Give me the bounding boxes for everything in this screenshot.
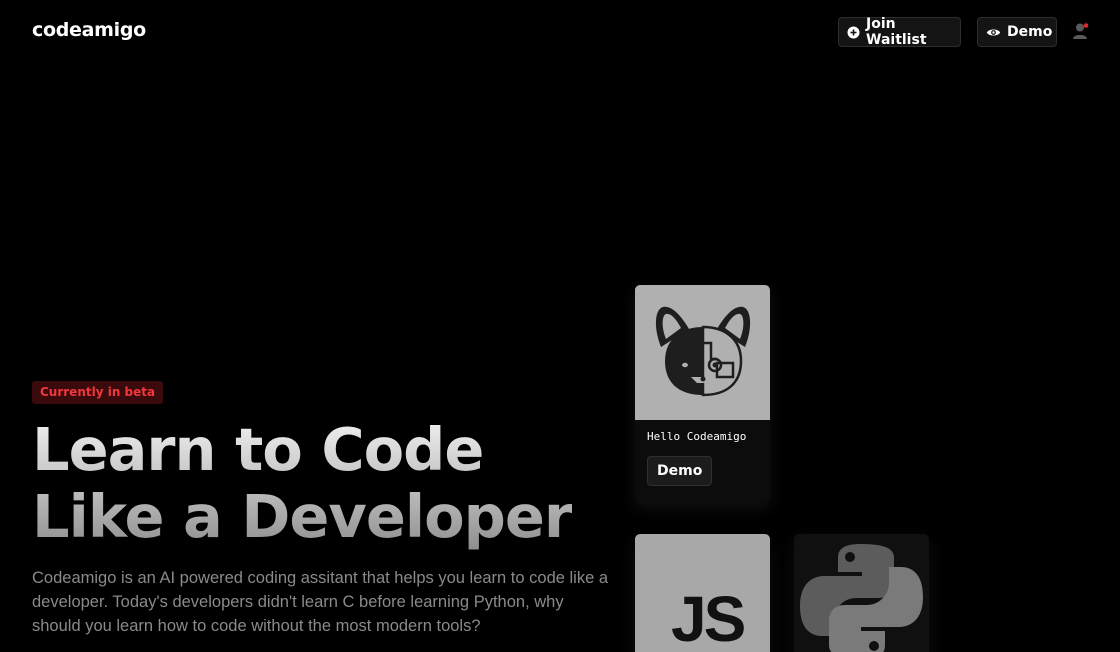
codeamigo-demo-card[interactable]: Hello Codeamigo Demo <box>635 285 770 502</box>
eye-icon <box>986 26 1001 39</box>
javascript-card[interactable]: JS <box>635 534 770 652</box>
mascot-thumbnail <box>635 285 770 420</box>
dog-robot-logo-icon <box>655 306 750 396</box>
demo-nav-button[interactable]: Demo <box>977 17 1057 47</box>
python-card[interactable] <box>794 534 929 652</box>
beta-badge: Currently in beta <box>32 381 164 404</box>
python-logo-icon <box>800 544 923 652</box>
site-logo[interactable]: codeamigo <box>32 19 146 41</box>
card-caption: Hello Codeamigo <box>647 430 747 443</box>
join-waitlist-label: Join Waitlist <box>866 16 927 48</box>
landing-page: codeamigo Join Waitlist Demo Currently i… <box>0 0 1120 652</box>
user-icon[interactable] <box>1072 22 1090 40</box>
hero-title-line-1: Learn to Code <box>32 415 484 484</box>
demo-nav-label: Demo <box>1007 24 1053 40</box>
hero-title: Learn to Code Like a Developer <box>32 416 572 550</box>
hero-description: Codeamigo is an AI powered coding assita… <box>32 569 609 635</box>
plus-circle-icon <box>847 26 860 39</box>
card-demo-button[interactable]: Demo <box>647 456 713 486</box>
hero-title-line-2: Like a Developer <box>32 482 572 551</box>
js-logo-text: JS <box>671 583 746 652</box>
join-waitlist-button[interactable]: Join Waitlist <box>838 16 961 48</box>
